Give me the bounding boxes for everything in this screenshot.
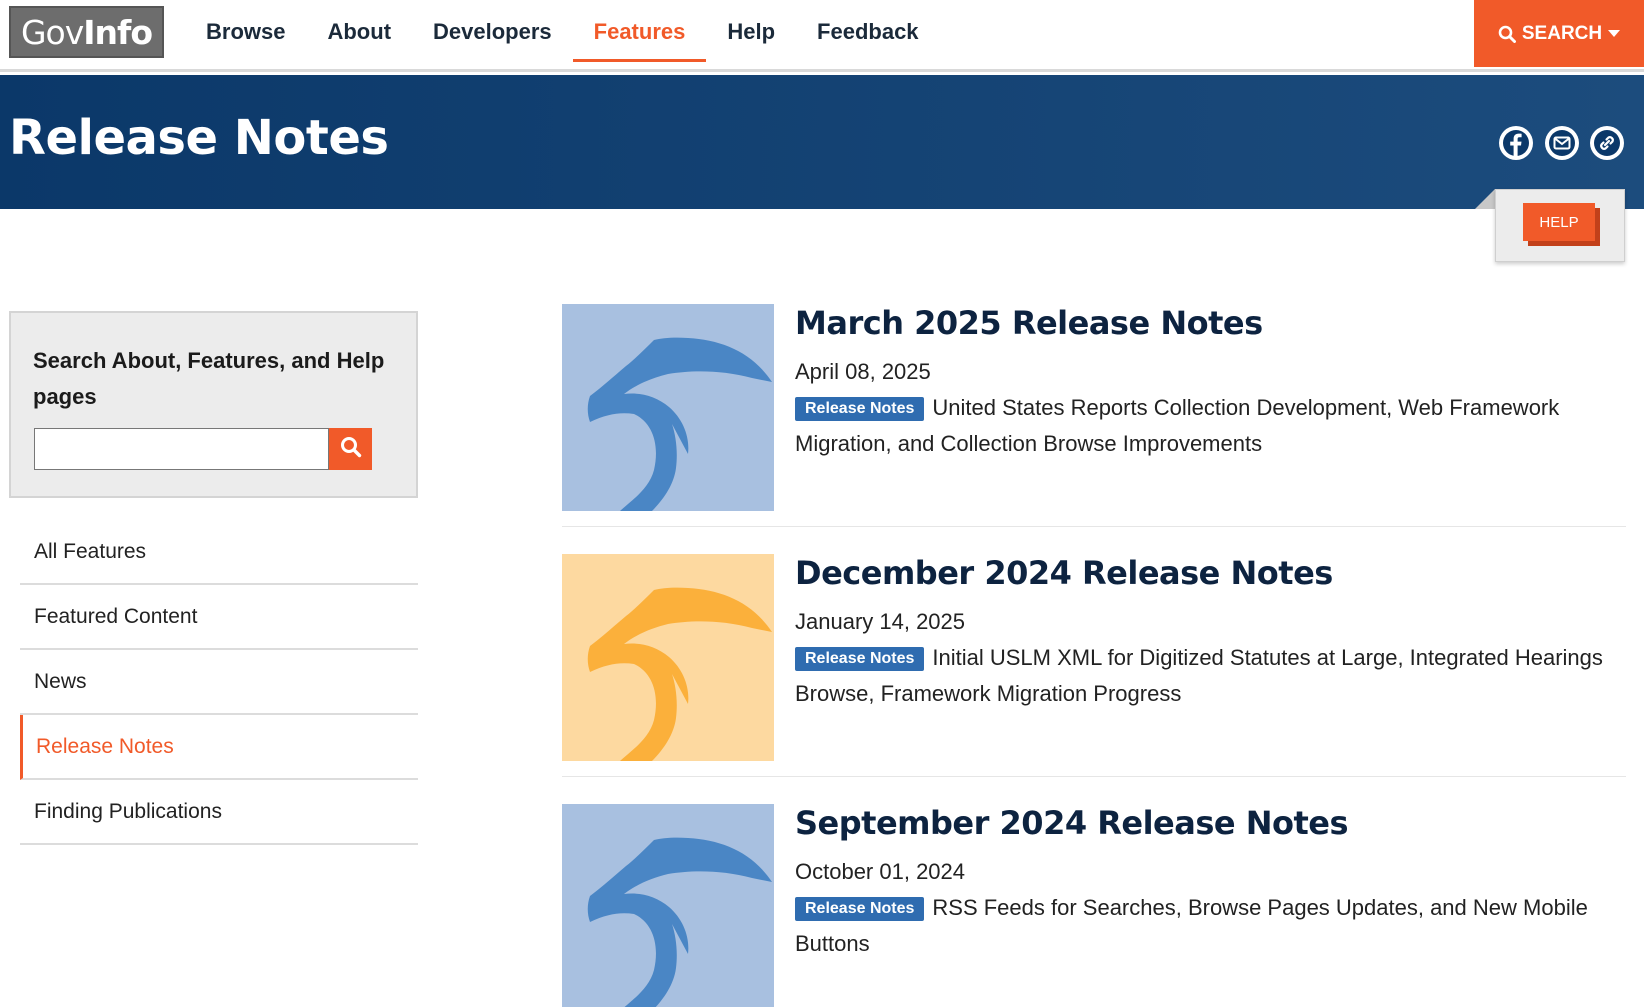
nav-features[interactable]: Features [572, 0, 707, 64]
search-icon [340, 436, 362, 463]
help-tab-fold [1475, 189, 1495, 209]
nav-feedback[interactable]: Feedback [796, 0, 940, 64]
article-title[interactable]: September 2024 Release Notes [795, 804, 1349, 842]
article-thumbnail[interactable] [562, 804, 774, 1007]
search-icon [1498, 25, 1516, 43]
logo-text-gov: Gov [20, 12, 84, 52]
sidebar-nav: All Features Featured Content News Relea… [20, 520, 418, 845]
sidebar-item-featured-content[interactable]: Featured Content [20, 585, 418, 650]
article-title[interactable]: December 2024 Release Notes [795, 554, 1333, 592]
logo-text-info: Info [83, 12, 153, 52]
eagle-logo-icon [562, 554, 774, 761]
page-title: Release Notes [9, 110, 389, 166]
help-button[interactable]: HELP [1523, 203, 1595, 241]
article-divider [562, 526, 1626, 527]
sidebar-search-box: Search About, Features, and Help pages [9, 311, 418, 498]
search-dropdown-button[interactable]: SEARCH [1474, 0, 1644, 67]
article-date: April 08, 2025 [795, 359, 931, 384]
release-notes-badge[interactable]: Release Notes [795, 897, 925, 921]
nav-about[interactable]: About [306, 0, 412, 64]
sidebar-search-label: Search About, Features, and Help pages [33, 348, 385, 409]
article-description: Release Notes RSS Feeds for Searches, Bro… [795, 890, 1625, 962]
page-banner: Release Notes [0, 75, 1644, 209]
sidebar-search-button[interactable] [329, 428, 372, 470]
search-button-label: SEARCH [1521, 22, 1603, 44]
sidebar-item-finding-publications[interactable]: Finding Publications [20, 780, 418, 845]
article-divider [562, 776, 1626, 777]
top-navigation: Gov Info Browse About Developers Features… [0, 0, 1644, 72]
article-title[interactable]: March 2025 Release Notes [795, 304, 1263, 342]
article-description: Release Notes United States Reports Colle… [795, 390, 1625, 462]
sidebar-item-news[interactable]: News [20, 650, 418, 715]
article-date: October 01, 2024 [795, 859, 966, 884]
release-notes-badge[interactable]: Release Notes [795, 397, 925, 421]
facebook-icon [1499, 126, 1533, 160]
facebook-share-button[interactable] [1499, 126, 1533, 160]
nav-help[interactable]: Help [706, 0, 796, 64]
article-thumbnail[interactable] [562, 304, 774, 511]
article-date: January 14, 2025 [795, 609, 966, 634]
sidebar-item-release-notes[interactable]: Release Notes [20, 715, 418, 780]
caret-down-icon [1608, 29, 1621, 38]
nav-browse[interactable]: Browse [185, 0, 306, 64]
sidebar-item-all-features[interactable]: All Features [20, 520, 418, 585]
release-notes-badge[interactable]: Release Notes [795, 647, 925, 671]
sidebar-search-input[interactable] [34, 428, 329, 470]
link-icon [1590, 126, 1624, 160]
email-icon [1545, 126, 1579, 160]
eagle-logo-icon [562, 304, 774, 511]
help-tab: HELP [1495, 189, 1625, 262]
article-description: Release Notes Initial USLM XML for Digiti… [795, 640, 1625, 712]
article-thumbnail[interactable] [562, 554, 774, 761]
eagle-logo-icon [562, 804, 774, 1007]
govinfo-logo[interactable]: Gov Info [9, 6, 164, 58]
link-share-button[interactable] [1590, 126, 1624, 160]
main-nav: Browse About Developers Features Help Fe… [185, 0, 940, 64]
nav-developers[interactable]: Developers [412, 0, 573, 64]
email-share-button[interactable] [1545, 126, 1579, 160]
